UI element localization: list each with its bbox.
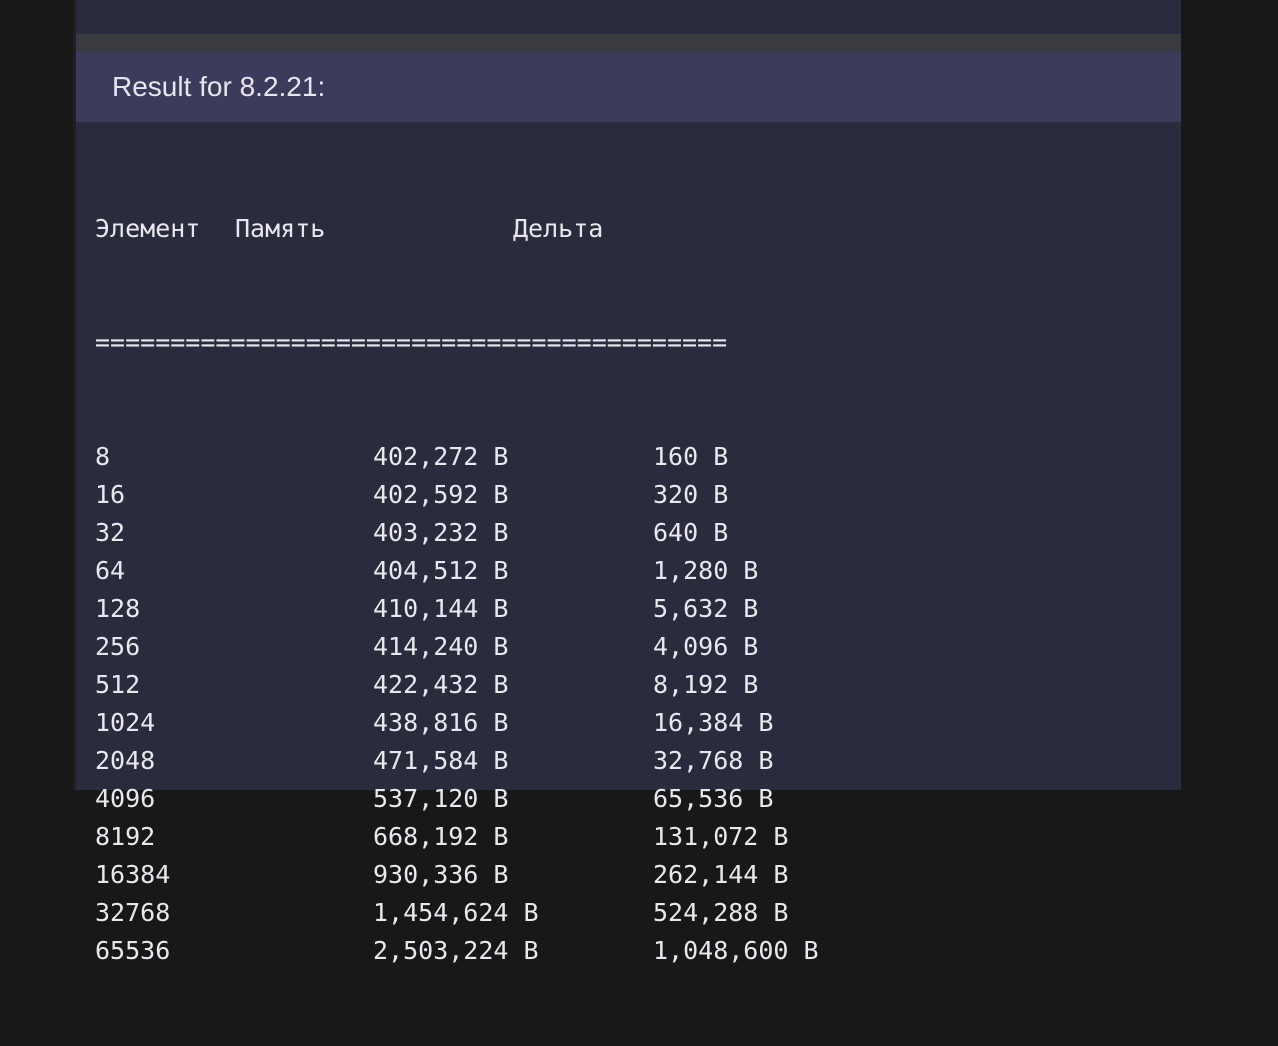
element-cell: 4096 bbox=[95, 784, 156, 813]
previous-output-panel bbox=[76, 0, 1181, 34]
memory-cell: 422,432 B bbox=[373, 670, 509, 699]
element-cell: 8192 bbox=[95, 822, 156, 851]
element-cell: 32768 bbox=[95, 898, 171, 927]
memory-cell: 402,592 B bbox=[373, 480, 509, 509]
table-row: 2048 471,584 B 32,768 B bbox=[95, 742, 1155, 780]
column-header-delta: Дельта bbox=[513, 214, 604, 243]
table-row: 32768 1,454,624 B 524,288 B bbox=[95, 894, 1155, 932]
memory-cell: 403,232 B bbox=[373, 518, 509, 547]
memory-cell: 2,503,224 B bbox=[373, 936, 539, 965]
element-cell: 32 bbox=[95, 518, 126, 547]
table-row: 65536 2,503,224 B 1,048,600 B bbox=[95, 932, 1155, 970]
delta-cell: 320 B bbox=[653, 480, 729, 509]
element-cell: 8 bbox=[95, 442, 111, 471]
table-row: 16 402,592 B 320 B bbox=[95, 476, 1155, 514]
memory-cell: 537,120 B bbox=[373, 784, 509, 813]
delta-cell: 16,384 B bbox=[653, 708, 774, 737]
memory-cell: 1,454,624 B bbox=[373, 898, 539, 927]
element-cell: 65536 bbox=[95, 936, 171, 965]
table-row: 32 403,232 B 640 B bbox=[95, 514, 1155, 552]
memory-cell: 471,584 B bbox=[373, 746, 509, 775]
memory-cell: 404,512 B bbox=[373, 556, 509, 585]
table-row: 256 414,240 B 4,096 B bbox=[95, 628, 1155, 666]
separator-line: ========================================… bbox=[95, 328, 728, 357]
table-row: 16384 930,336 B 262,144 B bbox=[95, 856, 1155, 894]
result-title: Result for 8.2.21: bbox=[76, 52, 1181, 122]
memory-cell: 414,240 B bbox=[373, 632, 509, 661]
table-row: 8192 668,192 B 131,072 B bbox=[95, 818, 1155, 856]
element-cell: 128 bbox=[95, 594, 141, 623]
panel-divider bbox=[76, 34, 1181, 52]
delta-cell: 32,768 B bbox=[653, 746, 774, 775]
table-row: 64 404,512 B 1,280 B bbox=[95, 552, 1155, 590]
console-output: Элемент Память Дельта ==================… bbox=[95, 134, 1155, 1046]
column-header-row: Элемент Память Дельта bbox=[95, 210, 1155, 248]
table-row: 4096 537,120 B 65,536 B bbox=[95, 780, 1155, 818]
element-cell: 16384 bbox=[95, 860, 171, 889]
delta-cell: 160 B bbox=[653, 442, 729, 471]
delta-cell: 8,192 B bbox=[653, 670, 759, 699]
memory-cell: 668,192 B bbox=[373, 822, 509, 851]
table-row: 8 402,272 B 160 B bbox=[95, 438, 1155, 476]
result-panel: Result for 8.2.21: Элемент Память Дельта… bbox=[73, 0, 1181, 965]
table-row: 128 410,144 B 5,632 B bbox=[95, 590, 1155, 628]
data-rows: 8 402,272 B 160 B 16 402,592 B 320 B 32 403,232… bbox=[95, 438, 1155, 970]
memory-cell: 930,336 B bbox=[373, 860, 509, 889]
element-cell: 1024 bbox=[95, 708, 156, 737]
delta-cell: 1,048,600 B bbox=[653, 936, 819, 965]
memory-cell: 402,272 B bbox=[373, 442, 509, 471]
element-cell: 16 bbox=[95, 480, 126, 509]
delta-cell: 640 B bbox=[653, 518, 729, 547]
memory-cell: 438,816 B bbox=[373, 708, 509, 737]
element-cell: 64 bbox=[95, 556, 126, 585]
column-header-element: Элемент bbox=[95, 214, 201, 243]
table-row: 512 422,432 B 8,192 B bbox=[95, 666, 1155, 704]
delta-cell: 65,536 B bbox=[653, 784, 774, 813]
delta-cell: 5,632 B bbox=[653, 594, 759, 623]
memory-cell: 410,144 B bbox=[373, 594, 509, 623]
separator-row: ========================================… bbox=[95, 324, 1155, 362]
delta-cell: 262,144 B bbox=[653, 860, 789, 889]
table-row: 1024 438,816 B 16,384 B bbox=[95, 704, 1155, 742]
element-cell: 2048 bbox=[95, 746, 156, 775]
delta-cell: 4,096 B bbox=[653, 632, 759, 661]
delta-cell: 1,280 B bbox=[653, 556, 759, 585]
delta-cell: 524,288 B bbox=[653, 898, 789, 927]
element-cell: 256 bbox=[95, 632, 141, 661]
element-cell: 512 bbox=[95, 670, 141, 699]
column-header-memory: Память bbox=[235, 214, 326, 243]
delta-cell: 131,072 B bbox=[653, 822, 789, 851]
